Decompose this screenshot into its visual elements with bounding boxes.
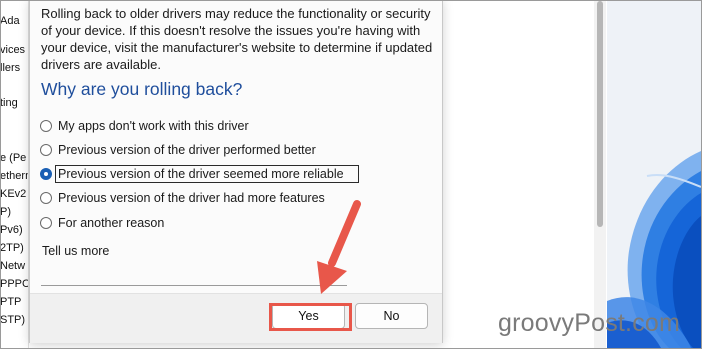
option-label: My apps don't work with this driver bbox=[58, 119, 249, 133]
device-list-item[interactable]: STP) bbox=[1, 314, 25, 327]
device-list-item[interactable]: ethern bbox=[1, 170, 29, 183]
yes-button[interactable]: Yes bbox=[272, 303, 345, 329]
device-list-item[interactable]: ting bbox=[1, 97, 18, 110]
scrollbar-thumb[interactable] bbox=[597, 1, 603, 227]
radio-button[interactable] bbox=[40, 192, 52, 204]
background-window bbox=[442, 1, 602, 348]
device-list-item[interactable]: Netw bbox=[1, 260, 25, 273]
device-list-item[interactable]: PPPC bbox=[1, 278, 29, 291]
dialog-footer: Yes No bbox=[30, 293, 442, 343]
radio-button[interactable] bbox=[40, 120, 52, 132]
screenshot-frame: Ada vices llers ting e (Pe ethern KEv2 P… bbox=[0, 0, 702, 349]
intro-line: drivers are available. bbox=[41, 57, 161, 72]
reason-option-more-reliable[interactable]: Previous version of the driver seemed mo… bbox=[40, 164, 359, 184]
device-list-item[interactable]: Pv6) bbox=[1, 224, 23, 237]
watermark: groovyPost.com bbox=[498, 309, 681, 337]
device-list-item[interactable]: P) bbox=[1, 206, 11, 219]
reason-option-performed-better[interactable]: Previous version of the driver performed… bbox=[40, 140, 316, 160]
device-manager-list: Ada vices llers ting e (Pe ethern KEv2 P… bbox=[1, 1, 29, 348]
reason-option-apps[interactable]: My apps don't work with this driver bbox=[40, 116, 249, 136]
option-label: For another reason bbox=[58, 216, 165, 230]
option-label: Previous version of the driver had more … bbox=[58, 191, 325, 205]
device-list-item[interactable]: 2TP) bbox=[1, 242, 24, 255]
radio-button[interactable] bbox=[40, 144, 52, 156]
device-list-item[interactable]: PTP bbox=[1, 296, 21, 309]
option-label: Previous version of the driver performed… bbox=[58, 143, 316, 157]
intro-text: Rolling back to older drivers may reduce… bbox=[41, 5, 433, 73]
rollback-dialog: Rolling back to older drivers may reduce… bbox=[29, 1, 443, 343]
option-label: Previous version of the driver seemed mo… bbox=[55, 165, 359, 183]
intro-line: your device, visit the manufacturer's we… bbox=[41, 40, 433, 55]
reason-option-more-features[interactable]: Previous version of the driver had more … bbox=[40, 188, 325, 208]
radio-button[interactable] bbox=[40, 217, 52, 229]
reason-option-other[interactable]: For another reason bbox=[40, 213, 164, 233]
device-list-item[interactable]: llers bbox=[1, 62, 20, 75]
device-list-item[interactable]: e (Pe bbox=[1, 152, 26, 165]
intro-line: of your device. If this doesn't resolve … bbox=[41, 23, 421, 38]
device-list-item[interactable]: vices bbox=[1, 44, 25, 57]
radio-button-selected[interactable] bbox=[40, 168, 52, 180]
tell-us-more-input[interactable] bbox=[41, 262, 347, 286]
question-heading: Why are you rolling back? bbox=[41, 79, 243, 99]
intro-line: Rolling back to older drivers may reduce… bbox=[41, 6, 431, 21]
tell-us-more-label: Tell us more bbox=[42, 244, 110, 258]
device-list-item[interactable]: KEv2 bbox=[1, 188, 26, 201]
device-list-item[interactable]: Ada bbox=[1, 15, 20, 28]
no-button[interactable]: No bbox=[355, 303, 428, 329]
desktop-wallpaper bbox=[607, 1, 701, 348]
